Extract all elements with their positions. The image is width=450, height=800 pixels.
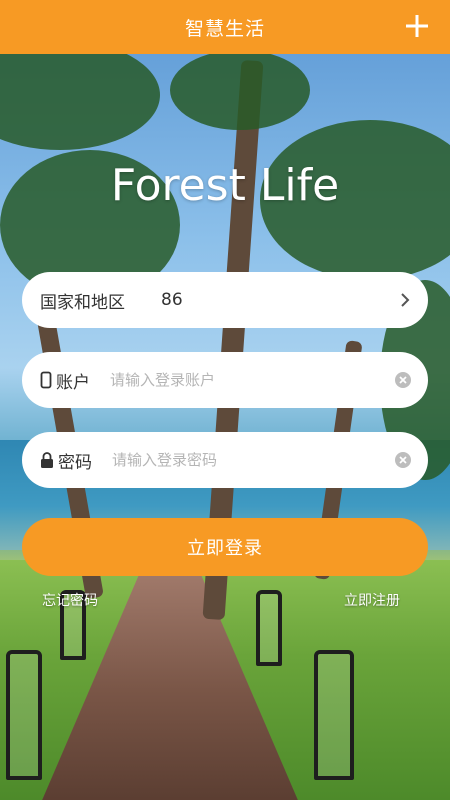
password-field: 密码 (22, 432, 428, 488)
page-title: 智慧生活 (184, 17, 265, 40)
password-label-group: 密码 (40, 448, 92, 473)
top-bar: 智慧生活 (0, 0, 450, 54)
forgot-password-link[interactable]: 忘记密码 (42, 590, 98, 610)
account-input[interactable] (110, 371, 394, 389)
region-selector[interactable]: 国家和地区 86 (22, 272, 428, 328)
garden-lamp (256, 590, 282, 666)
account-field: 账户 (22, 352, 428, 408)
account-label-group: 账户 (40, 368, 90, 393)
account-label: 账户 (56, 372, 90, 393)
add-button[interactable] (402, 11, 432, 41)
password-label: 密码 (58, 452, 92, 473)
password-input[interactable] (112, 451, 394, 469)
chevron-right-icon (401, 293, 410, 307)
login-button[interactable]: 立即登录 (22, 518, 428, 576)
region-label: 国家和地区 (40, 292, 125, 313)
phone-icon (40, 371, 52, 389)
register-link[interactable]: 立即注册 (344, 590, 400, 610)
clear-icon[interactable] (394, 451, 412, 469)
lock-icon (41, 452, 53, 468)
palm-frond (0, 40, 160, 150)
region-code: 86 (161, 290, 183, 310)
plus-icon (406, 15, 428, 37)
clear-icon[interactable] (394, 371, 412, 389)
palm-frond (170, 50, 310, 130)
garden-lamp (314, 650, 354, 780)
garden-lamp (6, 650, 42, 780)
brand-title: Forest Life (110, 160, 340, 211)
